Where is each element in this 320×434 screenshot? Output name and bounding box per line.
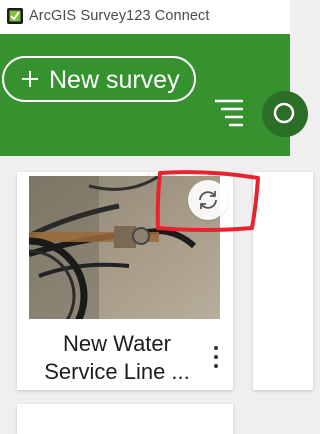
survey-card-partial[interactable] <box>253 172 313 390</box>
window-titlebar: ArcGIS Survey123 Connect <box>0 0 290 34</box>
sync-icon <box>199 191 217 209</box>
search-icon <box>273 102 295 124</box>
window-title: ArcGIS Survey123 Connect <box>29 8 210 24</box>
hamburger-menu-icon[interactable] <box>213 96 245 128</box>
sync-button[interactable] <box>188 180 228 220</box>
more-vertical-icon[interactable] <box>210 344 222 370</box>
new-survey-button[interactable]: New survey <box>2 56 196 102</box>
plus-icon <box>22 71 38 87</box>
survey-title-line2: Service Line ... <box>44 359 190 384</box>
survey123-app-icon <box>7 8 23 24</box>
survey-title: New Water Service Line ... <box>22 330 212 386</box>
survey-title-line1: New Water <box>63 331 171 356</box>
survey-card-partial-bottom[interactable] <box>17 404 233 434</box>
new-survey-label: New survey <box>49 66 180 94</box>
